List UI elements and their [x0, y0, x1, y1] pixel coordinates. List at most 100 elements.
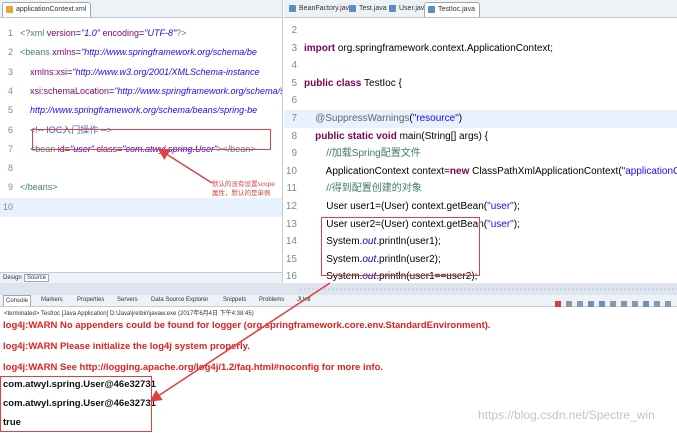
code-line[interactable]: </beans> [20, 178, 58, 197]
line-number: 9 [291, 148, 297, 160]
code-token: ApplicationContext context= [304, 165, 450, 177]
code-token: xsi:schemaLocation [20, 85, 110, 96]
code-line[interactable]: <?xml version="1.0" encoding="UTF-8"?> [20, 24, 186, 43]
line-number: 16 [285, 271, 297, 283]
output-highlight-box [0, 376, 152, 432]
code-token: //得到配置创建的对象 [304, 183, 422, 195]
console-tab-properties[interactable]: Properties [77, 295, 104, 305]
line-number: 7 [7, 143, 13, 154]
line-number: 10 [2, 201, 13, 212]
code-token: "http://www.springframework.org/schema/s… [114, 85, 283, 96]
line-number: 7 [291, 113, 297, 124]
code-token: xmlns:xsi [20, 66, 68, 77]
code-token: static [347, 130, 377, 142]
line-number: 5 [7, 105, 13, 116]
current-line-highlight [0, 197, 282, 217]
line-number: 15 [285, 253, 297, 265]
console-toolbar [553, 296, 673, 307]
code-line[interactable]: //得到配置创建的对象 [304, 180, 422, 198]
line-number: 6 [7, 124, 13, 135]
console-warn-line: log4j:WARN Please initialize the log4j s… [3, 341, 250, 352]
tab-application-context[interactable]: applicationContext.xml [2, 2, 92, 17]
horizontal-scrollbar[interactable] [0, 283, 677, 295]
tab-label: Test.java [359, 5, 387, 12]
code-token: void [376, 130, 400, 142]
line-number: 3 [7, 66, 13, 77]
code-token: version [46, 28, 76, 38]
code-token: ?> [176, 28, 187, 38]
println-highlight-box [321, 217, 480, 276]
code-line[interactable]: ApplicationContext context=new ClassPath… [304, 163, 677, 181]
code-line[interactable]: http://www.springframework.org/schema/be… [20, 101, 257, 120]
line-number: 14 [285, 236, 297, 248]
line-number: 8 [7, 163, 13, 174]
xml-file-icon [6, 6, 13, 13]
console-tab-snippets[interactable]: Snippets [223, 295, 246, 305]
code-token: public [304, 77, 337, 89]
code-token: "resource" [412, 113, 459, 124]
code-token: import [304, 42, 338, 54]
code-token: http://www.springframework.org/schema/be… [20, 105, 258, 116]
java-editor[interactable]: BeanFactory.java Test.java User.java Tes… [284, 0, 677, 283]
console-status: <terminated> TestIoc [Java Application] … [4, 311, 254, 317]
line-number: 3 [291, 42, 297, 54]
code-token: ); [513, 201, 520, 212]
line-number: 8 [291, 130, 297, 142]
code-line[interactable]: <beans xmlns="http://www.springframework… [20, 43, 257, 62]
console-tab-data-source-explorer[interactable]: Data Source Explorer [151, 295, 208, 305]
line-number: 12 [285, 201, 297, 212]
tab-label: applicationContext.xml [16, 6, 87, 13]
line-number: 5 [291, 77, 297, 89]
code-token: <beans [20, 47, 53, 58]
code-line[interactable]: User user1=(User) context.getBean("user"… [304, 198, 520, 216]
line-number: 13 [285, 218, 297, 230]
console-tab-markers[interactable]: Markers [41, 295, 63, 305]
console-view[interactable]: Console Markers Properties Servers Data Sour… [0, 295, 677, 433]
code-token: "user" [487, 218, 514, 230]
line-number: 1 [7, 28, 13, 38]
watermark: https://blog.csdn.net/Spectre_win [478, 408, 655, 422]
java-file-icon [389, 5, 396, 12]
line-number: 2 [7, 47, 13, 58]
tab-design[interactable]: Design [3, 275, 22, 281]
console-warn-line: log4j:WARN See http://logging.apache.org… [3, 362, 384, 373]
code-line[interactable]: xmlns:xsi="http://www.w3.org/2001/XMLSch… [20, 63, 260, 82]
tab-test[interactable]: Test.java [346, 2, 391, 16]
code-token: xmlns [52, 47, 76, 58]
tab-source[interactable]: Source [24, 274, 50, 282]
console-tab-problems[interactable]: Problems [259, 295, 284, 305]
line-number: 11 [286, 183, 297, 195]
code-token: "UTF-8" [144, 28, 177, 38]
code-token: </beans> [20, 182, 58, 193]
code-token: org.springframework.context.ApplicationC… [337, 42, 553, 54]
code-token: new [449, 165, 473, 177]
code-line[interactable]: xsi:schemaLocation="http://www.springfra… [20, 82, 283, 101]
code-token: encoding [99, 28, 139, 38]
code-line[interactable]: public static void main(String[] args) { [304, 128, 488, 146]
code-token: @SuppressWarnings [304, 113, 410, 124]
code-line[interactable]: //加载Spring配置文件 [304, 145, 420, 163]
code-line[interactable]: import org.springframework.context.Appli… [304, 40, 553, 58]
console-warn-line: log4j:WARN No appenders could be found f… [3, 320, 491, 331]
code-line[interactable]: @SuppressWarnings("resource") [304, 110, 462, 128]
console-tab-console[interactable]: Console [3, 295, 32, 306]
java-file-icon [428, 6, 435, 13]
tab-testioc[interactable]: TestIoc.java [424, 2, 480, 17]
code-token: "applicationCo [621, 165, 677, 177]
code-line[interactable]: public class TestIoc { [304, 75, 402, 93]
java-editor-tabbar: BeanFactory.java Test.java User.java Tes… [284, 0, 677, 18]
line-number: 4 [291, 60, 297, 72]
tab-label: TestIoc.java [438, 6, 475, 13]
console-tab-junit[interactable]: JUnit [297, 295, 311, 305]
console-toolbar-icons[interactable] [553, 300, 673, 309]
tab-label: BeanFactory.java [299, 5, 353, 12]
xml-editor-tabbar: applicationContext.xml [0, 0, 282, 18]
code-token: "user" [487, 201, 514, 212]
pane-separator[interactable] [0, 283, 677, 295]
xml-editor[interactable]: applicationContext.xml 1 <?xml version="1… [0, 0, 283, 283]
code-token: public [304, 130, 348, 142]
console-tabbar: Console Markers Properties Servers Data Sour… [0, 295, 677, 307]
xml-bottom-tabs: Design Source [0, 272, 282, 283]
code-token: "http://www.springframework.org/schema/b… [81, 47, 257, 58]
console-tab-servers[interactable]: Servers [117, 295, 138, 305]
